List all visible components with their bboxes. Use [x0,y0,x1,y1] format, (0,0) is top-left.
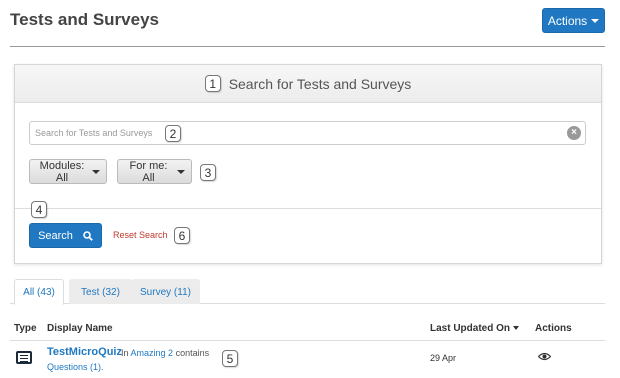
page-title: Tests and Surveys [10,10,159,29]
test-name-link[interactable]: TestMicroQuiz [47,346,122,358]
for-me-filter-label: For me: All [129,159,168,184]
tab-test[interactable]: Test (32) [69,279,132,304]
column-header-actions: Actions [535,323,572,334]
search-button[interactable]: Search [29,223,102,248]
tab-survey[interactable]: Survey (11) [131,279,200,304]
column-header-display-name: Display Name [47,323,113,334]
actions-button-label: Actions [547,13,588,28]
search-input[interactable] [35,122,160,144]
tab-bar: All (43) Test (32) Survey (11) [10,277,605,305]
row-in-text: In [121,348,129,358]
panel-separator [15,208,601,209]
eye-icon[interactable] [538,352,551,361]
list-icon [16,351,32,364]
row-context: In Amazing 2 contains [121,348,209,358]
for-me-filter-button[interactable]: For me: All [117,159,192,184]
table-header-separator [10,340,605,341]
caret-down-icon [92,169,100,174]
annotation-badge-2: 2 [165,125,181,142]
last-updated-date: 29 Apr [430,353,457,363]
modules-filter-label: Modules: All [39,159,85,184]
caret-down-icon [591,18,600,23]
search-panel-title: Search for Tests and Surveys [228,75,412,92]
questions-link[interactable]: Questions (1). [47,362,104,372]
sort-desc-icon [513,326,520,331]
clear-icon[interactable]: × [567,126,581,140]
search-field: 2 × [29,121,586,145]
annotation-badge-6: 6 [174,227,190,244]
search-panel: 1 Search for Tests and Surveys 2 × Modul… [14,64,602,264]
reset-search-link[interactable]: Reset Search [113,230,168,240]
row-contains-text: contains [175,348,210,358]
column-header-type: Type [14,323,37,334]
caret-down-icon [177,169,185,174]
search-button-label: Search [38,229,73,242]
search-icon [83,230,93,241]
header-divider [10,46,605,47]
module-link[interactable]: Amazing 2 [131,348,174,358]
annotation-badge-3: 3 [200,164,216,181]
modules-filter-button[interactable]: Modules: All [29,159,107,184]
search-panel-header: 1 Search for Tests and Surveys [15,65,601,103]
annotation-badge-4: 4 [31,201,47,218]
column-header-last-updated-label: Last Updated On [430,323,511,334]
actions-button[interactable]: Actions [542,8,605,33]
annotation-badge-1: 1 [204,75,221,92]
column-header-last-updated[interactable]: Last Updated On [430,323,520,334]
tab-all[interactable]: All (43) [14,279,64,305]
annotation-badge-5: 5 [222,350,238,367]
